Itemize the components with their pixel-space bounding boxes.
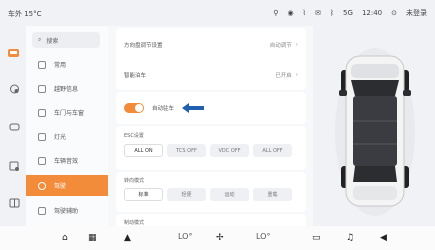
esc-option[interactable]: TCS OFF	[167, 144, 206, 157]
menu-item-label: 灯光	[54, 134, 67, 141]
car-settings-icon[interactable]	[8, 48, 19, 58]
menu-item-driving[interactable]: 驾驶	[26, 175, 108, 196]
menu-item-label: 驾驶	[54, 183, 67, 190]
climate-panel-icon[interactable]: ▭	[312, 233, 321, 243]
menu-item-label: 车门与车窗	[54, 110, 85, 117]
status-icons: ⚲ ◉ ⌇ ✉ ᛒ 5G 12:40 ⊙ 未登录	[273, 8, 427, 18]
esc-option[interactable]: VDC OFF	[210, 144, 249, 157]
menu-item-driving-assist[interactable]: 驾驶辅助	[26, 200, 108, 221]
navigation-icon[interactable]: ▲	[124, 233, 131, 243]
esc-option[interactable]: ALL OFF	[253, 144, 292, 157]
esc-label: ESC设置	[124, 133, 144, 139]
driving-settings-panel: 方向盘调节设置 自动调节 › 智能泊车 已开启 › 自动驻车 ESC设置 ALL…	[108, 26, 313, 226]
apps-grid-icon[interactable]: ▦	[88, 233, 97, 243]
bluetooth-icon: ᛒ	[329, 9, 335, 17]
right-temperature[interactable]: LO°	[256, 232, 270, 241]
smart-parking-row[interactable]: 智能泊车 已开启 ›	[116, 58, 306, 92]
assist-icon	[38, 206, 46, 215]
media-icon[interactable]	[9, 161, 20, 171]
menu-item-sound[interactable]: 车辆音效	[26, 150, 108, 171]
apps-icon[interactable]	[9, 198, 20, 208]
row-label: 智能泊车	[124, 73, 147, 79]
message-icon: ✉	[314, 9, 321, 17]
row-value: 已开启 ›	[275, 72, 298, 79]
chevron-right-icon: ›	[295, 42, 298, 48]
steering-mode-card: 转向模式 标准 轻便 运动 重载	[116, 172, 306, 212]
steering-icon	[38, 181, 46, 190]
outside-temperature: 车外 15°C	[8, 10, 42, 18]
steering-option[interactable]: 标准	[124, 188, 163, 201]
sound-icon	[38, 156, 46, 165]
auto-hold-card: 自动驻车	[116, 92, 306, 124]
auto-hold-toggle[interactable]	[124, 103, 144, 113]
status-bar: 车外 15°C ⚲ ◉ ⌇ ✉ ᛒ 5G 12:40 ⊙ 未登录	[0, 0, 435, 26]
wifi-icon: ⌇	[302, 9, 306, 17]
menu-item-doors[interactable]: 车门与车窗	[26, 102, 108, 123]
auto-hold-row: 自动驻车	[116, 91, 306, 125]
steering-adjust-row[interactable]: 方向盘调节设置 自动调节 ›	[116, 28, 306, 62]
search-input[interactable]: ⌕ 搜索	[32, 32, 100, 48]
left-temperature[interactable]: LO°	[178, 232, 192, 241]
volume-icon[interactable]: ◀	[380, 233, 387, 243]
door-icon	[38, 108, 46, 117]
vehicle-illustration	[335, 48, 415, 216]
search-placeholder: 搜索	[46, 37, 59, 45]
menu-item-lights[interactable]: 灯光	[26, 126, 108, 147]
steering-segmented-control: 标准 轻便 运动 重载	[124, 188, 292, 201]
menu-item-label: 驾驶辅助	[54, 208, 79, 215]
menu-item-label: 车辆音效	[54, 158, 79, 165]
settings-card-top: 方向盘调节设置 自动调节 › 智能泊车 已开启 ›	[116, 28, 306, 90]
steering-mode-label: 转向模式	[124, 178, 145, 184]
login-status[interactable]: 未登录	[406, 8, 427, 18]
home-icon[interactable]: ⌂	[62, 233, 68, 243]
steering-option[interactable]: 轻便	[167, 188, 206, 201]
menu-item-offroad[interactable]: 越野信息	[26, 78, 108, 99]
offroad-icon	[38, 84, 46, 93]
brake-mode-card: 制动模式	[116, 214, 306, 226]
esc-card: ESC设置 ALL ON TCS OFF VDC OFF ALL OFF	[116, 126, 306, 170]
clock: 12:40	[361, 9, 383, 17]
seat-icon[interactable]	[9, 122, 20, 132]
pointer-arrow-icon	[182, 103, 205, 113]
signal-label: 5G	[343, 9, 353, 17]
location-icon: ⚲	[273, 9, 279, 17]
brake-mode-label: 制动模式	[124, 220, 145, 226]
left-rail	[0, 26, 26, 226]
search-icon: ⌕	[38, 36, 42, 43]
esc-segmented-control: ALL ON TCS OFF VDC OFF ALL OFF	[124, 144, 292, 157]
bottom-dock: ⌂ ▦ ▲ LO° ✢ LO° ▭ ♫ ◀	[0, 226, 435, 250]
steering-option[interactable]: 运动	[210, 188, 249, 201]
menu-item-label: 越野信息	[54, 86, 79, 93]
steering-option[interactable]: 重载	[253, 188, 292, 201]
music-icon[interactable]: ♫	[346, 233, 354, 243]
car-top-view	[313, 26, 435, 226]
globe-icon[interactable]	[9, 84, 20, 94]
star-icon	[38, 60, 46, 69]
settings-menu: ⌕ 搜索 常用 越野信息 车门与车窗 灯光 车辆音效 驾驶 驾驶辅助	[26, 26, 108, 226]
toggle-label: 自动驻车	[152, 106, 175, 112]
chevron-right-icon: ›	[295, 72, 298, 78]
row-label: 方向盘调节设置	[124, 43, 163, 49]
menu-item-common[interactable]: 常用	[26, 54, 108, 75]
fan-icon[interactable]: ✢	[216, 233, 224, 243]
light-icon	[38, 132, 46, 141]
esc-option[interactable]: ALL ON	[124, 144, 163, 157]
menu-item-label: 常用	[54, 62, 67, 69]
row-value: 自动调节 ›	[269, 42, 298, 49]
user-icon[interactable]: ⊙	[391, 9, 397, 17]
camera-icon: ◉	[287, 9, 294, 17]
